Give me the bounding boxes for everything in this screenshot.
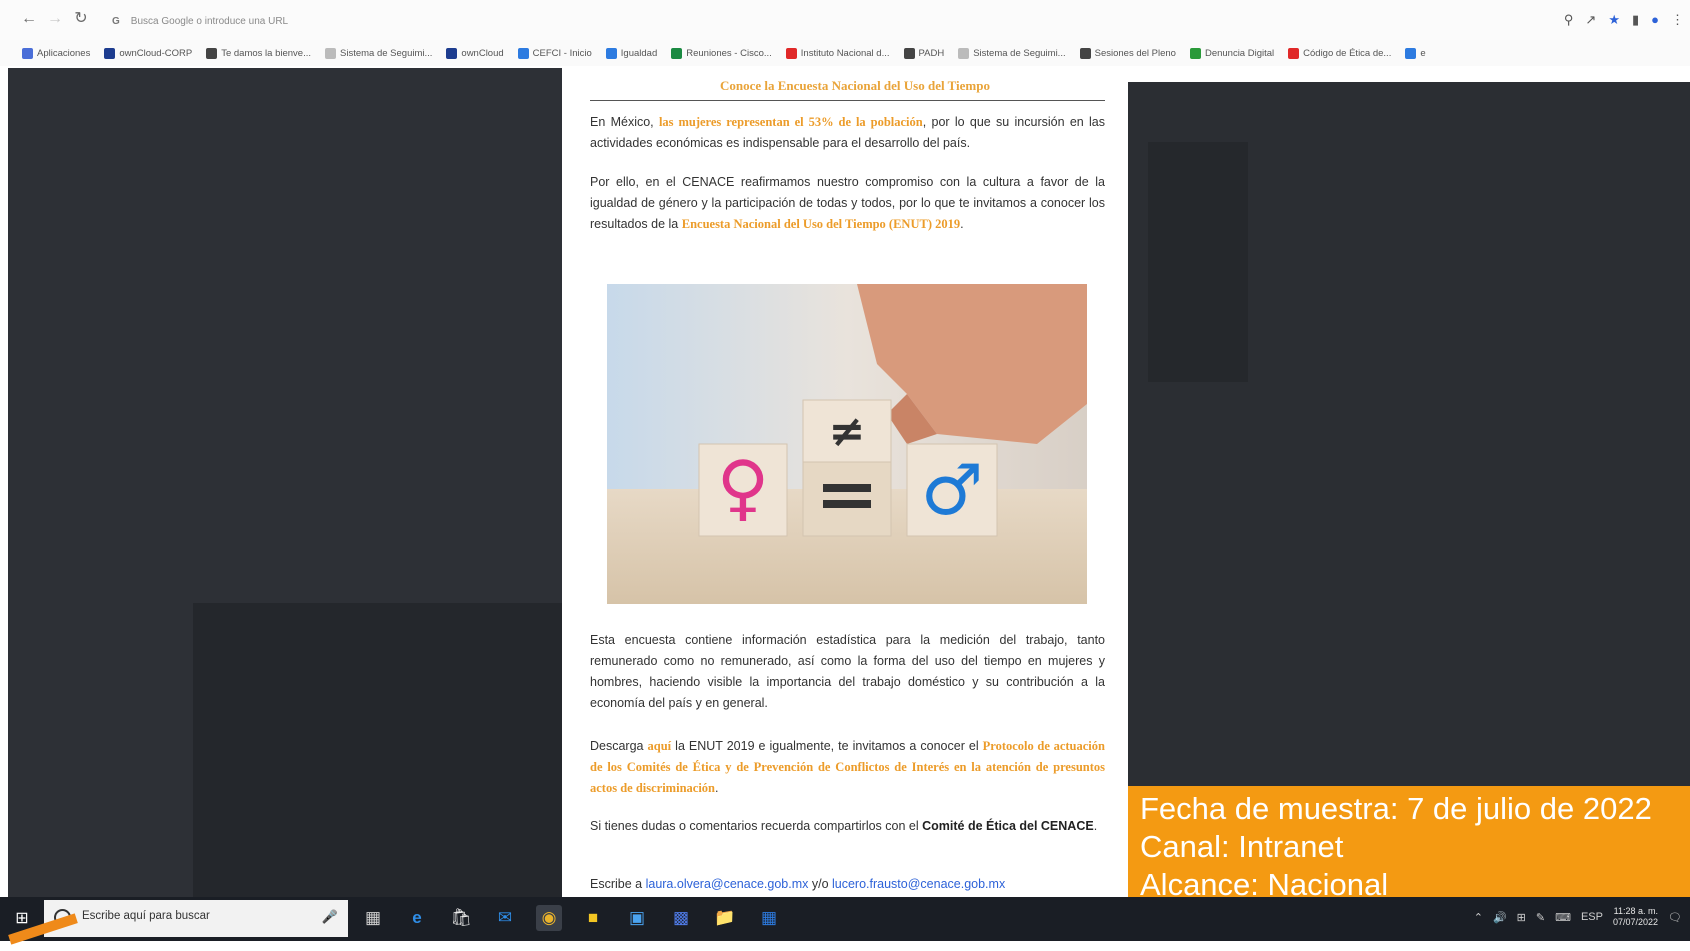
cloud-icon bbox=[104, 47, 116, 59]
email-link-laura[interactable]: laura.olvera@cenace.gob.mx bbox=[646, 877, 809, 891]
bookmark-item[interactable]: Sistema de Seguimi... bbox=[958, 47, 1066, 59]
enut-link[interactable]: Encuesta Nacional del Uso del Tiempo (EN… bbox=[682, 217, 960, 231]
zoom-icon[interactable]: ⚲ bbox=[1564, 12, 1574, 28]
extensions-icon[interactable]: ▮ bbox=[1632, 12, 1639, 28]
committee-name: Comité de Ética del CENACE bbox=[922, 819, 1094, 833]
page-icon bbox=[325, 47, 336, 59]
toolbar-icons: ⚲ ↗ ★ ▮ ● ⋮ bbox=[1564, 12, 1684, 28]
reload-icon[interactable]: ↻ bbox=[70, 8, 92, 30]
svg-text:♀: ♀ bbox=[717, 445, 770, 529]
bookmark-item[interactable]: Igualdad bbox=[605, 47, 657, 59]
forward-icon[interactable]: → bbox=[44, 8, 66, 30]
share-icon[interactable]: ↗ bbox=[1585, 12, 1596, 28]
bottom-margin bbox=[0, 941, 1690, 951]
site-icon bbox=[517, 47, 529, 59]
language-indicator[interactable]: ESP bbox=[1581, 911, 1603, 923]
left-panel-shade bbox=[193, 603, 562, 910]
clock-time: 11:28 a. m. bbox=[1613, 906, 1659, 916]
bookmark-item[interactable]: Sesiones del Pleno bbox=[1079, 47, 1176, 59]
address-placeholder: Busca Google o introduce una URL bbox=[130, 16, 289, 27]
teams-icon[interactable]: ▩ bbox=[668, 905, 694, 931]
webex-icon bbox=[671, 47, 683, 59]
globe-icon bbox=[206, 47, 218, 59]
svg-text:≠: ≠ bbox=[829, 406, 866, 457]
title-divider bbox=[590, 100, 1105, 101]
bookmarks-bar: Aplicaciones ownCloud-CORP Te damos la b… bbox=[0, 40, 1690, 66]
profile-icon[interactable]: ● bbox=[1651, 12, 1659, 28]
bookmark-item[interactable]: CEFCI - Inicio bbox=[517, 47, 592, 59]
microphone-icon[interactable]: 🎤 bbox=[322, 909, 338, 925]
paragraph-contact: Si tienes dudas o comentarios recuerda c… bbox=[590, 819, 1098, 833]
download-link[interactable]: aquí bbox=[648, 739, 672, 753]
google-icon: G bbox=[112, 16, 120, 27]
paragraph-survey: Esta encuesta contiene información estad… bbox=[590, 633, 1105, 710]
file-explorer-icon[interactable]: 📁 bbox=[712, 905, 738, 931]
network-icon[interactable]: ⊞ bbox=[1517, 911, 1526, 924]
taskbar-apps: ▦ e 🛍 ✉ ◉ ■ ▣ ▩ 📁 ▦ bbox=[360, 905, 782, 931]
notifications-icon[interactable]: 🗨 bbox=[1668, 911, 1682, 924]
highlight-women-stat[interactable]: las mujeres representan el 53% de la pob… bbox=[659, 115, 923, 129]
address-bar[interactable]: G Busca Google o introduce una URL bbox=[112, 10, 712, 34]
apps-icon bbox=[22, 47, 33, 59]
site-icon bbox=[1288, 47, 1300, 59]
bookmark-item[interactable]: Aplicaciones bbox=[22, 47, 90, 59]
task-view-icon[interactable]: ▦ bbox=[360, 905, 386, 931]
banner-channel: Canal: Intranet bbox=[1140, 829, 1344, 864]
search-placeholder: Escribe aquí para buscar bbox=[82, 910, 210, 922]
article-panel: Conoce la Encuesta Nacional del Uso del … bbox=[565, 68, 1128, 910]
cloud-icon bbox=[446, 47, 458, 59]
chevron-up-icon[interactable]: ⌃ bbox=[1474, 911, 1483, 924]
site-icon bbox=[785, 47, 797, 59]
paragraph-intro: En México, las mujeres representan el 53… bbox=[590, 115, 1106, 150]
page-icon bbox=[958, 47, 970, 59]
bookmark-item[interactable]: Código de Ética de... bbox=[1288, 47, 1391, 59]
clock-date: 07/07/2022 bbox=[1612, 917, 1659, 927]
bookmark-item[interactable]: ownCloud bbox=[446, 47, 504, 59]
bookmark-item[interactable]: Denuncia Digital bbox=[1189, 47, 1274, 59]
article-title: Conoce la Encuesta Nacional del Uso del … bbox=[719, 78, 990, 93]
system-tray: ⌃ 🔊 ⊞ ✎ ⌨ ESP 11:28 a. m. 07/07/2022 🗨 bbox=[1474, 906, 1682, 928]
bookmark-item[interactable]: e bbox=[1405, 47, 1426, 59]
remote-desktop-icon[interactable]: ▣ bbox=[624, 905, 650, 931]
bookmark-item[interactable]: Sistema de Seguimi... bbox=[325, 47, 432, 59]
email-link-lucero[interactable]: lucero.frausto@cenace.gob.mx bbox=[832, 877, 1005, 891]
windows-start-icon[interactable]: ⊞ bbox=[12, 909, 32, 929]
left-dark-panel bbox=[8, 68, 562, 910]
keyboard-icon[interactable]: ⌨ bbox=[1555, 911, 1571, 924]
right-panel-shade bbox=[1148, 142, 1248, 382]
clock[interactable]: 11:28 a. m. 07/07/2022 bbox=[1613, 906, 1658, 928]
menu-icon[interactable]: ⋮ bbox=[1671, 12, 1684, 28]
edge-icon[interactable]: e bbox=[404, 905, 430, 931]
bookmark-item[interactable]: Reuniones - Cisco... bbox=[671, 47, 772, 59]
bookmark-item[interactable]: PADH bbox=[903, 47, 944, 59]
bookmark-item[interactable]: ownCloud-CORP bbox=[104, 47, 192, 59]
volume-icon[interactable]: 🔊 bbox=[1493, 911, 1507, 924]
bookmark-star-icon[interactable]: ★ bbox=[1608, 12, 1620, 28]
svg-text:♂: ♂ bbox=[921, 449, 984, 531]
pen-icon[interactable]: ✎ bbox=[1536, 911, 1545, 924]
bookmark-item[interactable]: Instituto Nacional d... bbox=[785, 47, 890, 59]
browser-toolbar: ← → ↻ G Busca Google o introduce una URL… bbox=[0, 0, 1690, 40]
banner-date: Fecha de muestra: 7 de julio de 2022 bbox=[1140, 791, 1652, 826]
right-dark-panel bbox=[1128, 82, 1690, 787]
sticky-notes-icon[interactable]: ■ bbox=[580, 905, 606, 931]
publication-banner: Fecha de muestra: 7 de julio de 2022 Can… bbox=[1128, 786, 1690, 910]
taskbar-search[interactable]: Escribe aquí para buscar 🎤 bbox=[44, 900, 348, 937]
globe-icon bbox=[903, 47, 915, 59]
store-icon[interactable]: 🛍 bbox=[448, 905, 474, 931]
back-icon[interactable]: ← bbox=[18, 8, 40, 30]
taskbar: ⊞ Escribe aquí para buscar 🎤 ▦ e 🛍 ✉ ◉ ■… bbox=[0, 897, 1690, 941]
globe-icon bbox=[1079, 47, 1091, 59]
outlook-icon[interactable]: ▦ bbox=[756, 905, 782, 931]
site-icon bbox=[605, 47, 617, 59]
paragraph-commitment: Por ello, en el CENACE reafirmamos nuest… bbox=[590, 175, 1105, 231]
mail-icon[interactable]: ✉ bbox=[492, 905, 518, 931]
chrome-icon[interactable]: ◉ bbox=[536, 905, 562, 931]
site-icon bbox=[1405, 47, 1417, 59]
site-icon bbox=[1189, 47, 1201, 59]
bookmark-item[interactable]: Te damos la bienve... bbox=[206, 47, 311, 59]
paragraph-emails: Escribe a laura.olvera@cenace.gob.mx y/o… bbox=[590, 877, 1006, 891]
gender-equality-image: ♀ ≠ ♂ bbox=[607, 284, 1087, 604]
paragraph-download: Descarga aquí la ENUT 2019 e igualmente,… bbox=[590, 739, 1105, 795]
